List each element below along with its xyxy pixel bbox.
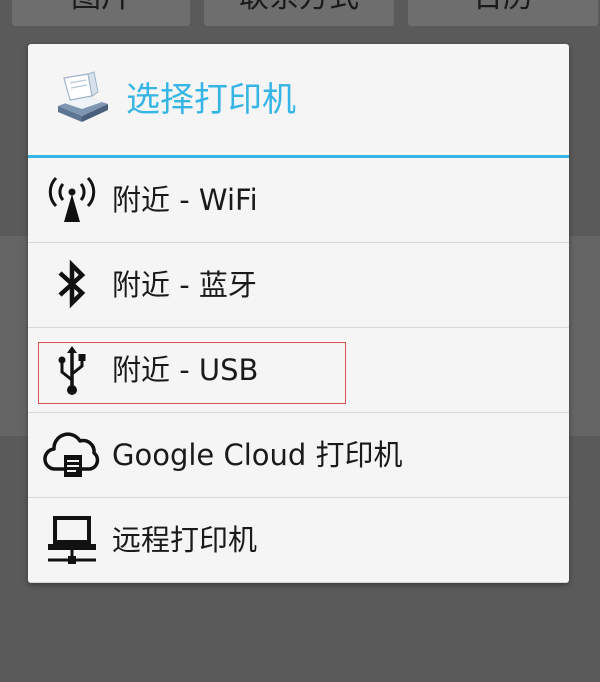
background-tab-contacts: 联系方式 (204, 0, 394, 26)
option-google-cloud-printer[interactable]: Google Cloud 打印机 (28, 413, 569, 498)
bluetooth-icon (42, 255, 102, 315)
background-tab-label: 日历 (473, 0, 533, 15)
network-computer-icon (42, 510, 102, 570)
dialog-header: 选择打印机 (28, 44, 569, 156)
option-label: 远程打印机 (112, 523, 258, 557)
option-label: Google Cloud 打印机 (112, 438, 403, 472)
cloud-printer-icon (42, 425, 102, 485)
option-label: 附近 - 蓝牙 (112, 268, 257, 302)
select-printer-dialog: 选择打印机 附近 - WiFi 附近 - 蓝牙 附近 - USB Google … (28, 44, 569, 583)
background-tab-images: 图片 (12, 0, 190, 26)
option-label: 附近 - USB (112, 353, 259, 387)
option-remote-printer[interactable]: 远程打印机 (28, 498, 569, 583)
dialog-title: 选择打印机 (126, 80, 296, 120)
option-label: 附近 - WiFi (112, 183, 258, 217)
background-tab-calendar: 日历 (408, 0, 598, 26)
option-nearby-wifi[interactable]: 附近 - WiFi (28, 158, 569, 243)
background-tab-label: 联系方式 (239, 0, 359, 15)
usb-icon (42, 340, 102, 400)
background-tab-label: 图片 (71, 0, 131, 15)
printer-app-icon (54, 70, 112, 128)
option-nearby-bluetooth[interactable]: 附近 - 蓝牙 (28, 243, 569, 328)
wifi-antenna-icon (42, 170, 102, 230)
option-nearby-usb[interactable]: 附近 - USB (28, 328, 569, 413)
